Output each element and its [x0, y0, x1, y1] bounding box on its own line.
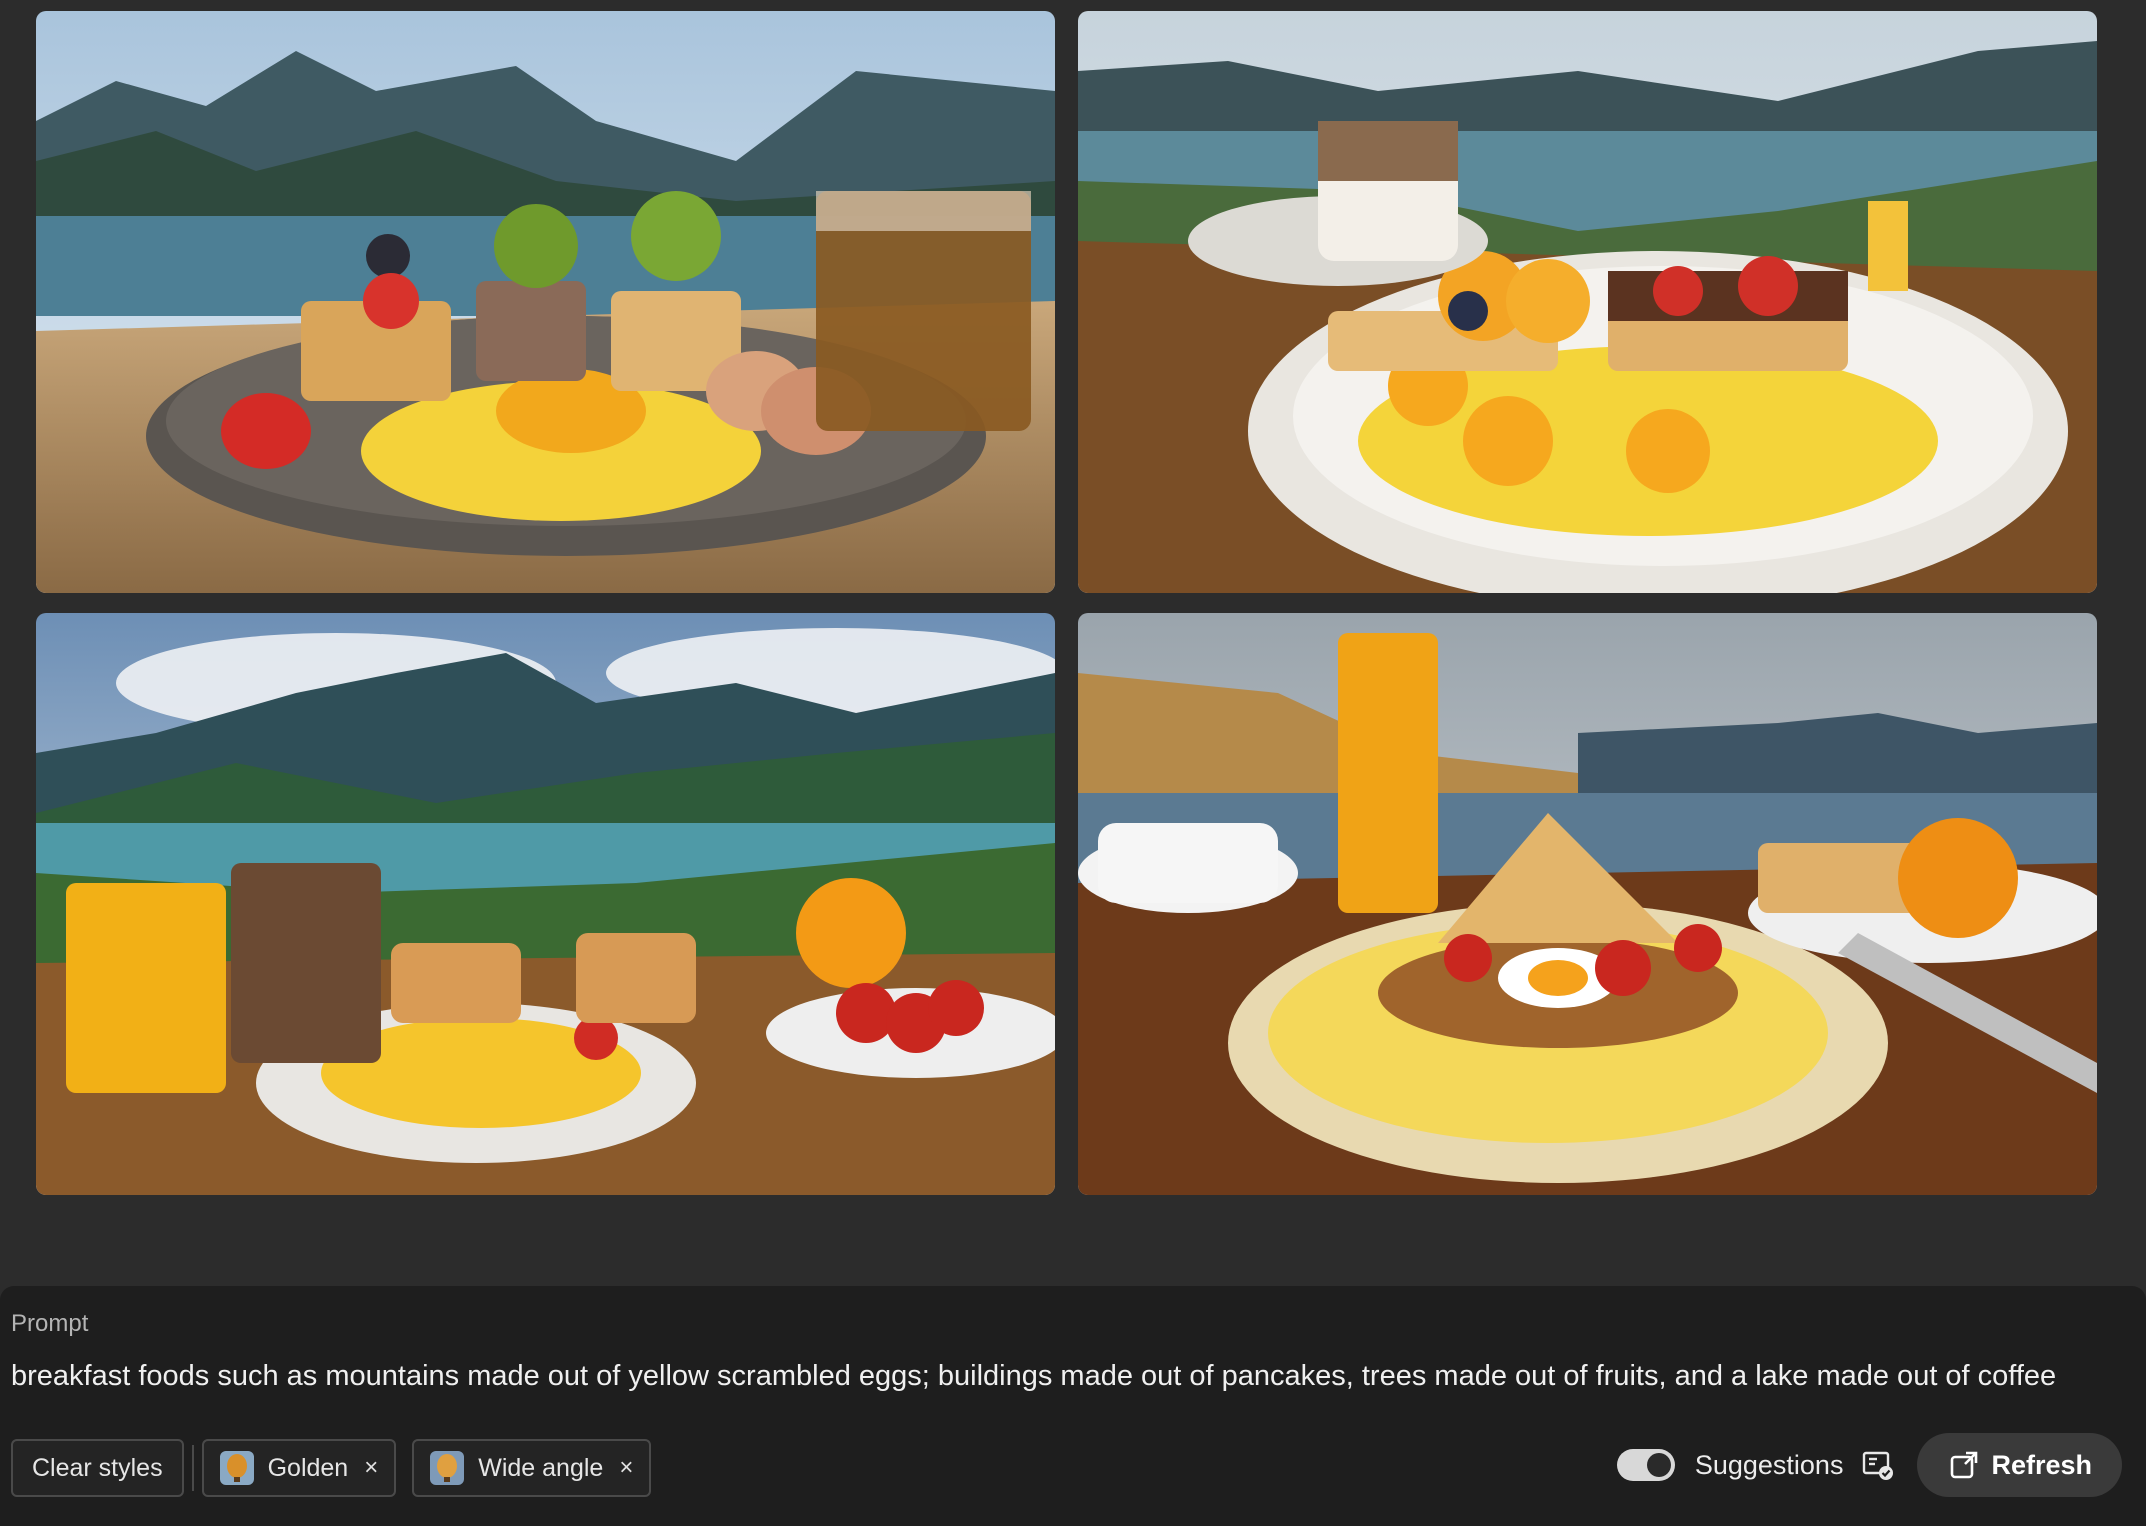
- balloon-thumb-icon: [430, 1451, 465, 1485]
- toggle-knob: [1646, 1453, 1671, 1477]
- image-3-art: [36, 613, 1055, 1195]
- generated-image-3[interactable]: [36, 613, 1055, 1195]
- refresh-button[interactable]: Refresh: [1917, 1433, 2122, 1497]
- image-gallery: [0, 0, 2146, 1285]
- style-chip-golden-label: Golden: [267, 1453, 349, 1482]
- prompt-text[interactable]: breakfast foods such as mountains made o…: [11, 1360, 2056, 1393]
- remove-golden-icon[interactable]: ×: [364, 1454, 378, 1482]
- refresh-label: Refresh: [1991, 1449, 2092, 1480]
- chip-divider: [191, 1445, 194, 1491]
- prompt-label: Prompt: [11, 1310, 89, 1337]
- generated-image-1[interactable]: [36, 11, 1055, 593]
- suggestions-settings-icon[interactable]: [1861, 1448, 1895, 1482]
- image-2-art: [1078, 11, 2097, 593]
- suggestions-label: Suggestions: [1694, 1449, 1844, 1480]
- style-chip-wide-angle[interactable]: Wide angle ×: [412, 1439, 652, 1497]
- style-chip-wide-angle-label: Wide angle: [478, 1453, 604, 1482]
- style-chip-golden[interactable]: Golden ×: [201, 1439, 397, 1497]
- suggestions-toggle[interactable]: [1616, 1449, 1675, 1481]
- image-1-art: [36, 11, 1055, 593]
- remove-wide-angle-icon[interactable]: ×: [619, 1454, 633, 1482]
- prompt-panel: Prompt breakfast foods such as mountains…: [0, 1286, 2146, 1526]
- clear-styles-button[interactable]: Clear styles: [11, 1439, 184, 1497]
- generated-image-2[interactable]: [1078, 11, 2097, 593]
- generated-image-4[interactable]: [1078, 613, 2097, 1195]
- style-chip-row: Clear styles Golden × Wide angle ×: [11, 1438, 652, 1498]
- refresh-icon: [1949, 1450, 1979, 1480]
- balloon-thumb-icon: [219, 1451, 254, 1485]
- prompt-controls: Suggestions Refresh: [1616, 1433, 2122, 1497]
- image-4-art: [1078, 613, 2097, 1195]
